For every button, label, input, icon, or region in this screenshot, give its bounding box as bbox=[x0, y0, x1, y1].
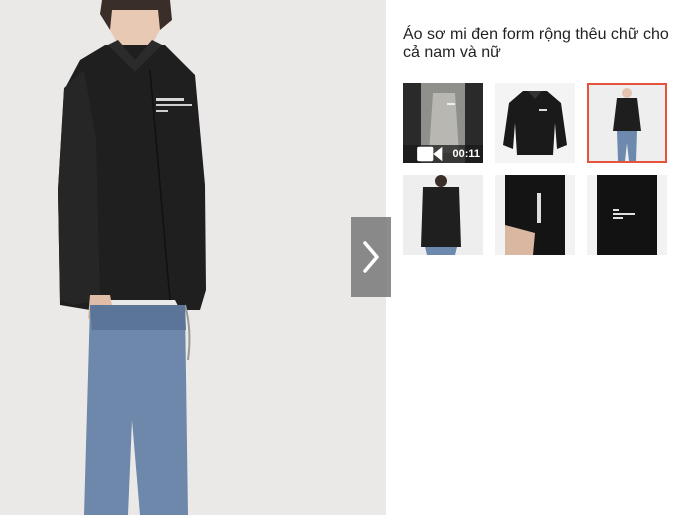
thumbnail-back-model[interactable] bbox=[403, 175, 483, 255]
next-image-button[interactable] bbox=[351, 217, 391, 297]
video-badge: 00:11 bbox=[403, 145, 483, 163]
thumbnail-sleeve-detail[interactable] bbox=[495, 175, 575, 255]
product-title: Áo sơ mi đen form rộng thêu chữ cho cả n… bbox=[403, 26, 669, 61]
video-camera-icon bbox=[417, 146, 443, 162]
main-product-image[interactable] bbox=[0, 0, 386, 515]
thumbnail-chest-embroidery[interactable] bbox=[587, 175, 667, 255]
thumbnail-flat[interactable] bbox=[495, 83, 575, 163]
chevron-right-icon bbox=[363, 241, 379, 273]
thumbnail-front-model[interactable] bbox=[587, 83, 667, 163]
video-duration: 00:11 bbox=[452, 148, 480, 160]
product-gallery: Áo sơ mi đen form rộng thêu chữ cho cả n… bbox=[0, 0, 693, 515]
thumbnail-video[interactable]: 00:11 bbox=[403, 83, 483, 163]
